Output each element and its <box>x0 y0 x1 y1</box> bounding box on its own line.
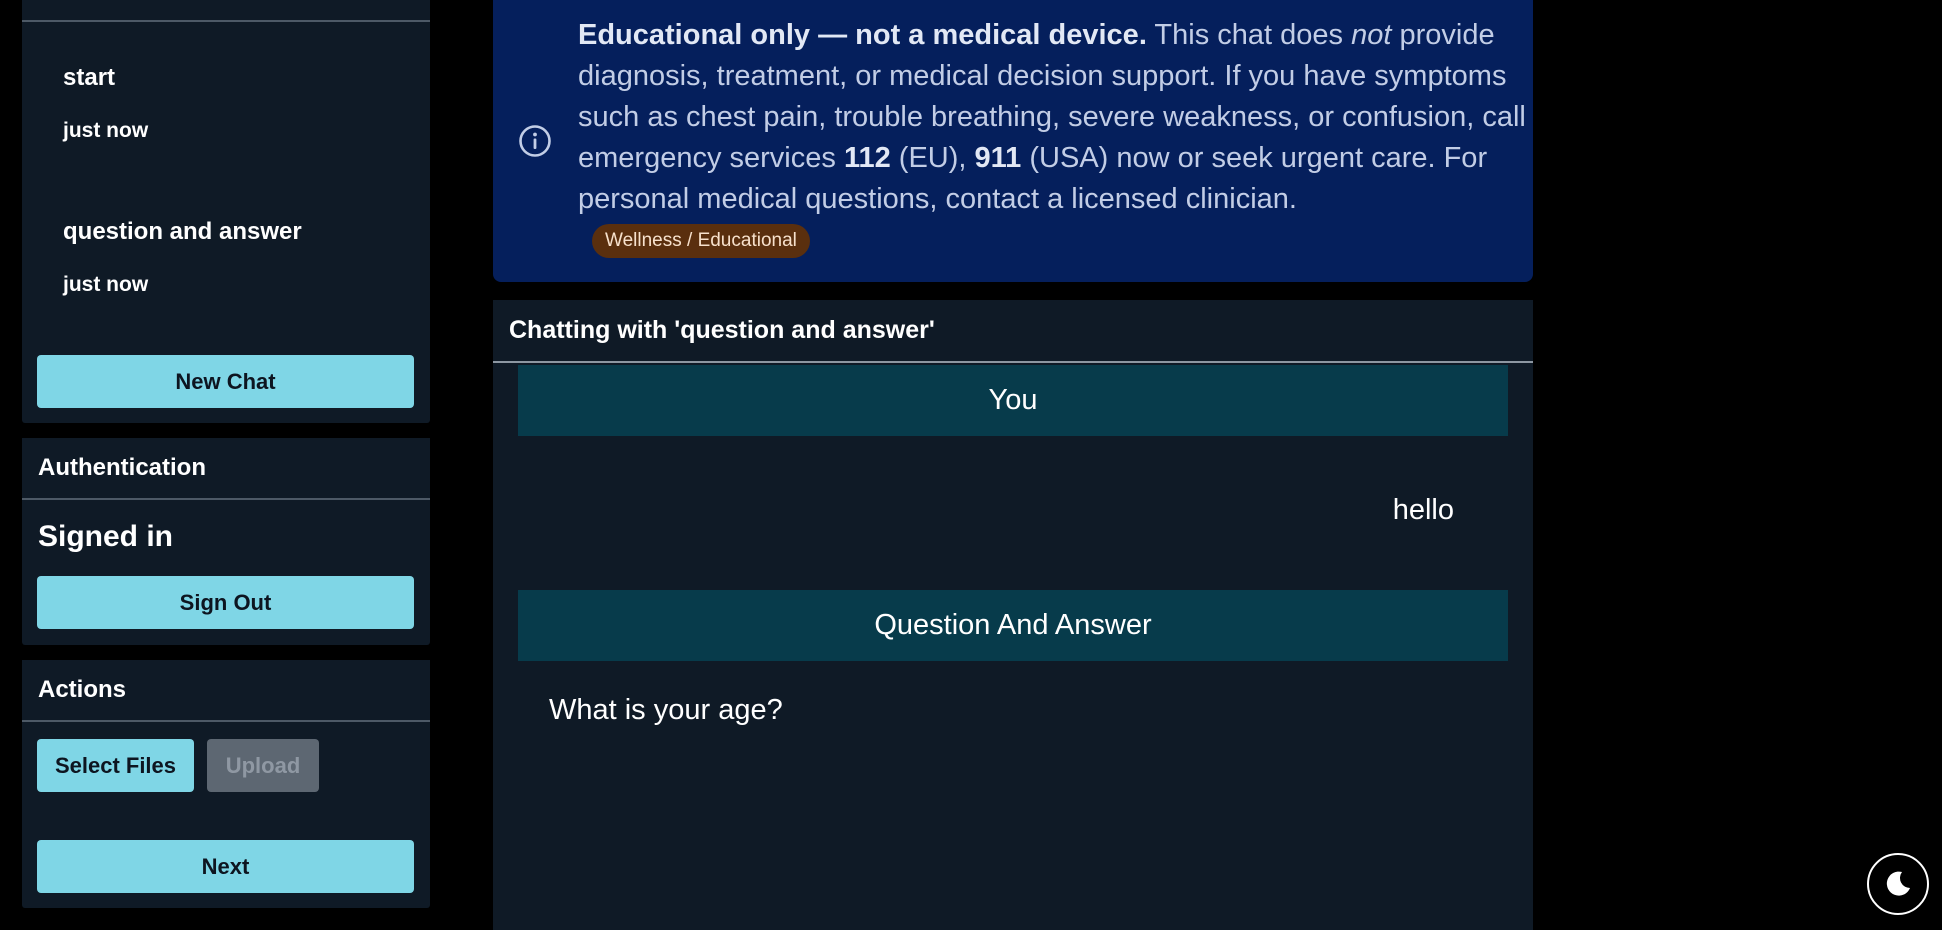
message-speaker-bar: Question And Answer <box>518 590 1508 661</box>
chat-history-item[interactable]: question and answer just now <box>63 218 302 297</box>
disclaimer-text: Educational only — not a medical device.… <box>578 15 1528 261</box>
chat-history-title: start <box>63 64 116 91</box>
app-root: start just now question and answer just … <box>0 0 1942 930</box>
upload-button[interactable]: Upload <box>207 739 319 792</box>
disclaimer-segment: This chat does <box>1146 19 1352 51</box>
theme-toggle-button[interactable] <box>1867 853 1929 915</box>
emergency-number-us: 911 <box>974 142 1022 174</box>
panel-header: Actions <box>22 660 430 722</box>
emergency-number-eu: 112 <box>843 142 891 174</box>
info-icon <box>519 125 551 157</box>
assistant-message: What is your age? <box>549 694 783 726</box>
new-chat-button[interactable]: New Chat <box>37 355 414 408</box>
chat-history-title: question and answer <box>63 218 302 245</box>
chat-history-panel: start just now question and answer just … <box>22 0 430 423</box>
chat-panel: Chatting with 'question and answer' You … <box>493 300 1533 930</box>
authentication-panel: Authentication Signed in Sign Out <box>22 438 430 645</box>
select-files-button[interactable]: Select Files <box>37 739 194 792</box>
category-badge: Wellness / Educational <box>592 224 810 258</box>
disclaimer-emphasis: not <box>1351 19 1392 51</box>
next-button[interactable]: Next <box>37 840 414 893</box>
sign-out-button[interactable]: Sign Out <box>37 576 414 629</box>
chat-history-time: just now <box>63 273 149 296</box>
chat-header: Chatting with 'question and answer' <box>493 300 1533 363</box>
message-speaker-bar: You <box>518 365 1508 436</box>
chat-history-time: just now <box>63 119 149 142</box>
panel-header: Authentication <box>22 438 430 500</box>
chat-history-item[interactable]: start just now <box>63 64 148 143</box>
disclaimer-lead: Educational only — not a medical device. <box>578 19 1147 51</box>
moon-icon <box>1886 871 1910 896</box>
divider <box>22 20 430 22</box>
sidebar: start just now question and answer just … <box>22 0 430 908</box>
disclaimer-segment: (EU), <box>890 142 975 174</box>
user-message: hello <box>1392 494 1454 526</box>
auth-status: Signed in <box>38 520 173 553</box>
actions-panel: Actions Select Files Upload Next <box>22 660 430 908</box>
